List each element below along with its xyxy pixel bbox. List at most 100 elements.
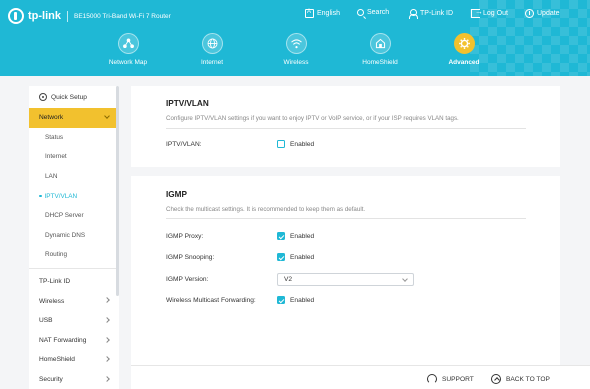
language-icon — [305, 9, 314, 18]
sidebar-item-tplink-id[interactable]: TP-Link ID — [29, 272, 119, 292]
checkbox-checked-icon — [277, 296, 285, 304]
tab-wireless[interactable]: Wireless — [261, 33, 331, 66]
chevron-right-icon — [104, 297, 110, 304]
sidebar-item-label: Routing — [45, 251, 68, 259]
search-icon — [357, 9, 364, 16]
iptv-vlan-label: IPTV/VLAN: — [166, 141, 202, 148]
sidebar-item-internet[interactable]: Internet — [29, 147, 119, 167]
search-label: Search — [367, 9, 390, 16]
igmp-snooping-value: Enabled — [290, 253, 315, 261]
sidebar-item-label: Quick Setup — [51, 93, 87, 101]
sidebar-scrollbar[interactable] — [116, 86, 119, 296]
chevron-right-icon — [104, 375, 110, 382]
tab-internet[interactable]: Internet — [177, 33, 247, 66]
tplink-id-label: TP-Link ID — [420, 10, 454, 17]
search-link[interactable]: Search — [357, 9, 389, 16]
igmp-version-value: V2 — [284, 276, 293, 283]
tab-internet-label: Internet — [200, 59, 224, 66]
iptv-section-title: IPTV/VLAN — [166, 99, 209, 108]
tab-network-map[interactable]: Network Map — [93, 33, 163, 66]
globe-icon — [201, 33, 223, 54]
sidebar-item-label: Status — [45, 133, 64, 141]
support-link[interactable]: SUPPORT — [427, 374, 474, 384]
sidebar-item-wireless[interactable]: Wireless — [29, 291, 119, 311]
sidebar-item-homeshield[interactable]: HomeShield — [29, 350, 119, 370]
gear-icon — [453, 33, 475, 54]
language-link[interactable]: English — [305, 9, 340, 18]
home-shield-icon — [369, 33, 391, 54]
tplink-id-link[interactable]: TP-Link ID — [408, 9, 454, 19]
logout-icon — [471, 7, 483, 18]
sidebar-item-nat-forwarding[interactable]: NAT Forwarding — [29, 331, 119, 351]
sidebar-item-label: DHCP Server — [45, 212, 84, 220]
update-label: Update — [537, 10, 560, 17]
sidebar-item-status[interactable]: Status — [29, 128, 119, 148]
sidebar-item-usb[interactable]: USB — [29, 311, 119, 331]
sidebar-item-label: Dynamic DNS — [45, 231, 86, 239]
logout-link[interactable]: Log Out — [471, 7, 508, 18]
sidebar-item-dhcp-server[interactable]: DHCP Server — [29, 206, 119, 226]
wireless-multicast-checkbox[interactable]: Enabled — [277, 296, 314, 304]
sidebar-item-routing[interactable]: Routing — [29, 245, 119, 265]
checkbox-unchecked-icon — [277, 140, 285, 148]
back-to-top-label: BACK TO TOP — [506, 375, 550, 383]
igmp-snooping-checkbox[interactable]: Enabled — [277, 253, 314, 261]
sidebar-item-label: LAN — [45, 173, 58, 181]
iptv-enable-checkbox[interactable]: Enabled — [277, 140, 314, 148]
sidebar-item-lan[interactable]: LAN — [29, 167, 119, 187]
tab-advanced-label: Advanced — [448, 59, 480, 66]
wireless-multicast-value: Enabled — [290, 296, 315, 304]
quick-setup-icon — [39, 93, 47, 101]
tab-homeshield[interactable]: HomeShield — [345, 33, 415, 66]
sidebar-item-label: HomeShield — [39, 356, 75, 364]
page-footer: SUPPORT BACK TO TOP — [131, 365, 590, 389]
sidebar-item-label: Security — [39, 376, 63, 384]
arrow-up-icon — [491, 374, 501, 384]
sidebar-item-label: TP-Link ID — [39, 278, 71, 286]
igmp-proxy-checkbox[interactable]: Enabled — [277, 232, 314, 240]
igmp-version-select[interactable]: V2 — [277, 273, 414, 286]
igmp-proxy-label: IGMP Proxy: — [166, 233, 204, 240]
language-label: English — [317, 10, 340, 17]
top-header: tp-link BE15000 Tri-Band Wi-Fi 7 Router … — [0, 0, 590, 76]
sidebar-item-network[interactable]: Network — [29, 108, 119, 128]
igmp-card: IGMP Check the multicast settings. It is… — [131, 176, 560, 365]
iptv-vlan-card: IPTV/VLAN Configure IPTV/VLAN settings i… — [131, 86, 560, 167]
sidebar-item-quick-setup[interactable]: Quick Setup — [29, 86, 119, 108]
sidebar-item-label: Network — [39, 114, 64, 122]
person-icon — [408, 9, 418, 19]
tab-homeshield-label: HomeShield — [362, 59, 398, 66]
update-link[interactable]: Update — [525, 9, 560, 18]
wifi-icon — [285, 33, 307, 54]
chevron-right-icon — [104, 356, 110, 362]
sidebar-item-label: IPTV/VLAN — [44, 192, 78, 200]
checkbox-checked-icon — [277, 253, 285, 261]
sidebar-divider — [29, 267, 119, 269]
headset-icon — [427, 374, 437, 384]
sidebar: Quick Setup Network Status Internet LAN … — [29, 86, 119, 389]
top-links: English Search TP-Link ID Log Out Update — [0, 7, 590, 23]
iptv-divider — [166, 128, 526, 129]
sidebar-item-iptv-vlan[interactable]: IPTV/VLAN — [29, 186, 119, 206]
active-dot-icon — [39, 194, 42, 198]
igmp-version-label: IGMP Version: — [166, 276, 209, 283]
tab-advanced[interactable]: Advanced — [429, 33, 499, 66]
iptv-enable-label: Enabled — [290, 140, 315, 148]
sidebar-item-dynamic-dns[interactable]: Dynamic DNS — [29, 226, 119, 246]
back-to-top-link[interactable]: BACK TO TOP — [491, 374, 550, 384]
tab-network-map-label: Network Map — [108, 59, 148, 66]
sidebar-item-label: NAT Forwarding — [39, 336, 87, 344]
update-icon — [525, 9, 534, 18]
sidebar-item-security[interactable]: Security — [29, 370, 119, 389]
igmp-divider — [166, 218, 526, 219]
tab-wireless-label: Wireless — [283, 59, 309, 66]
chevron-right-icon — [104, 317, 110, 323]
checkbox-checked-icon — [277, 232, 285, 240]
sidebar-item-label: Wireless — [39, 297, 65, 305]
igmp-snooping-label: IGMP Snooping: — [166, 254, 215, 261]
sidebar-item-label: USB — [39, 317, 53, 325]
chevron-right-icon — [104, 336, 110, 343]
logout-label: Log Out — [483, 10, 508, 17]
network-map-icon — [117, 33, 139, 54]
sidebar-item-label: Internet — [45, 153, 67, 161]
